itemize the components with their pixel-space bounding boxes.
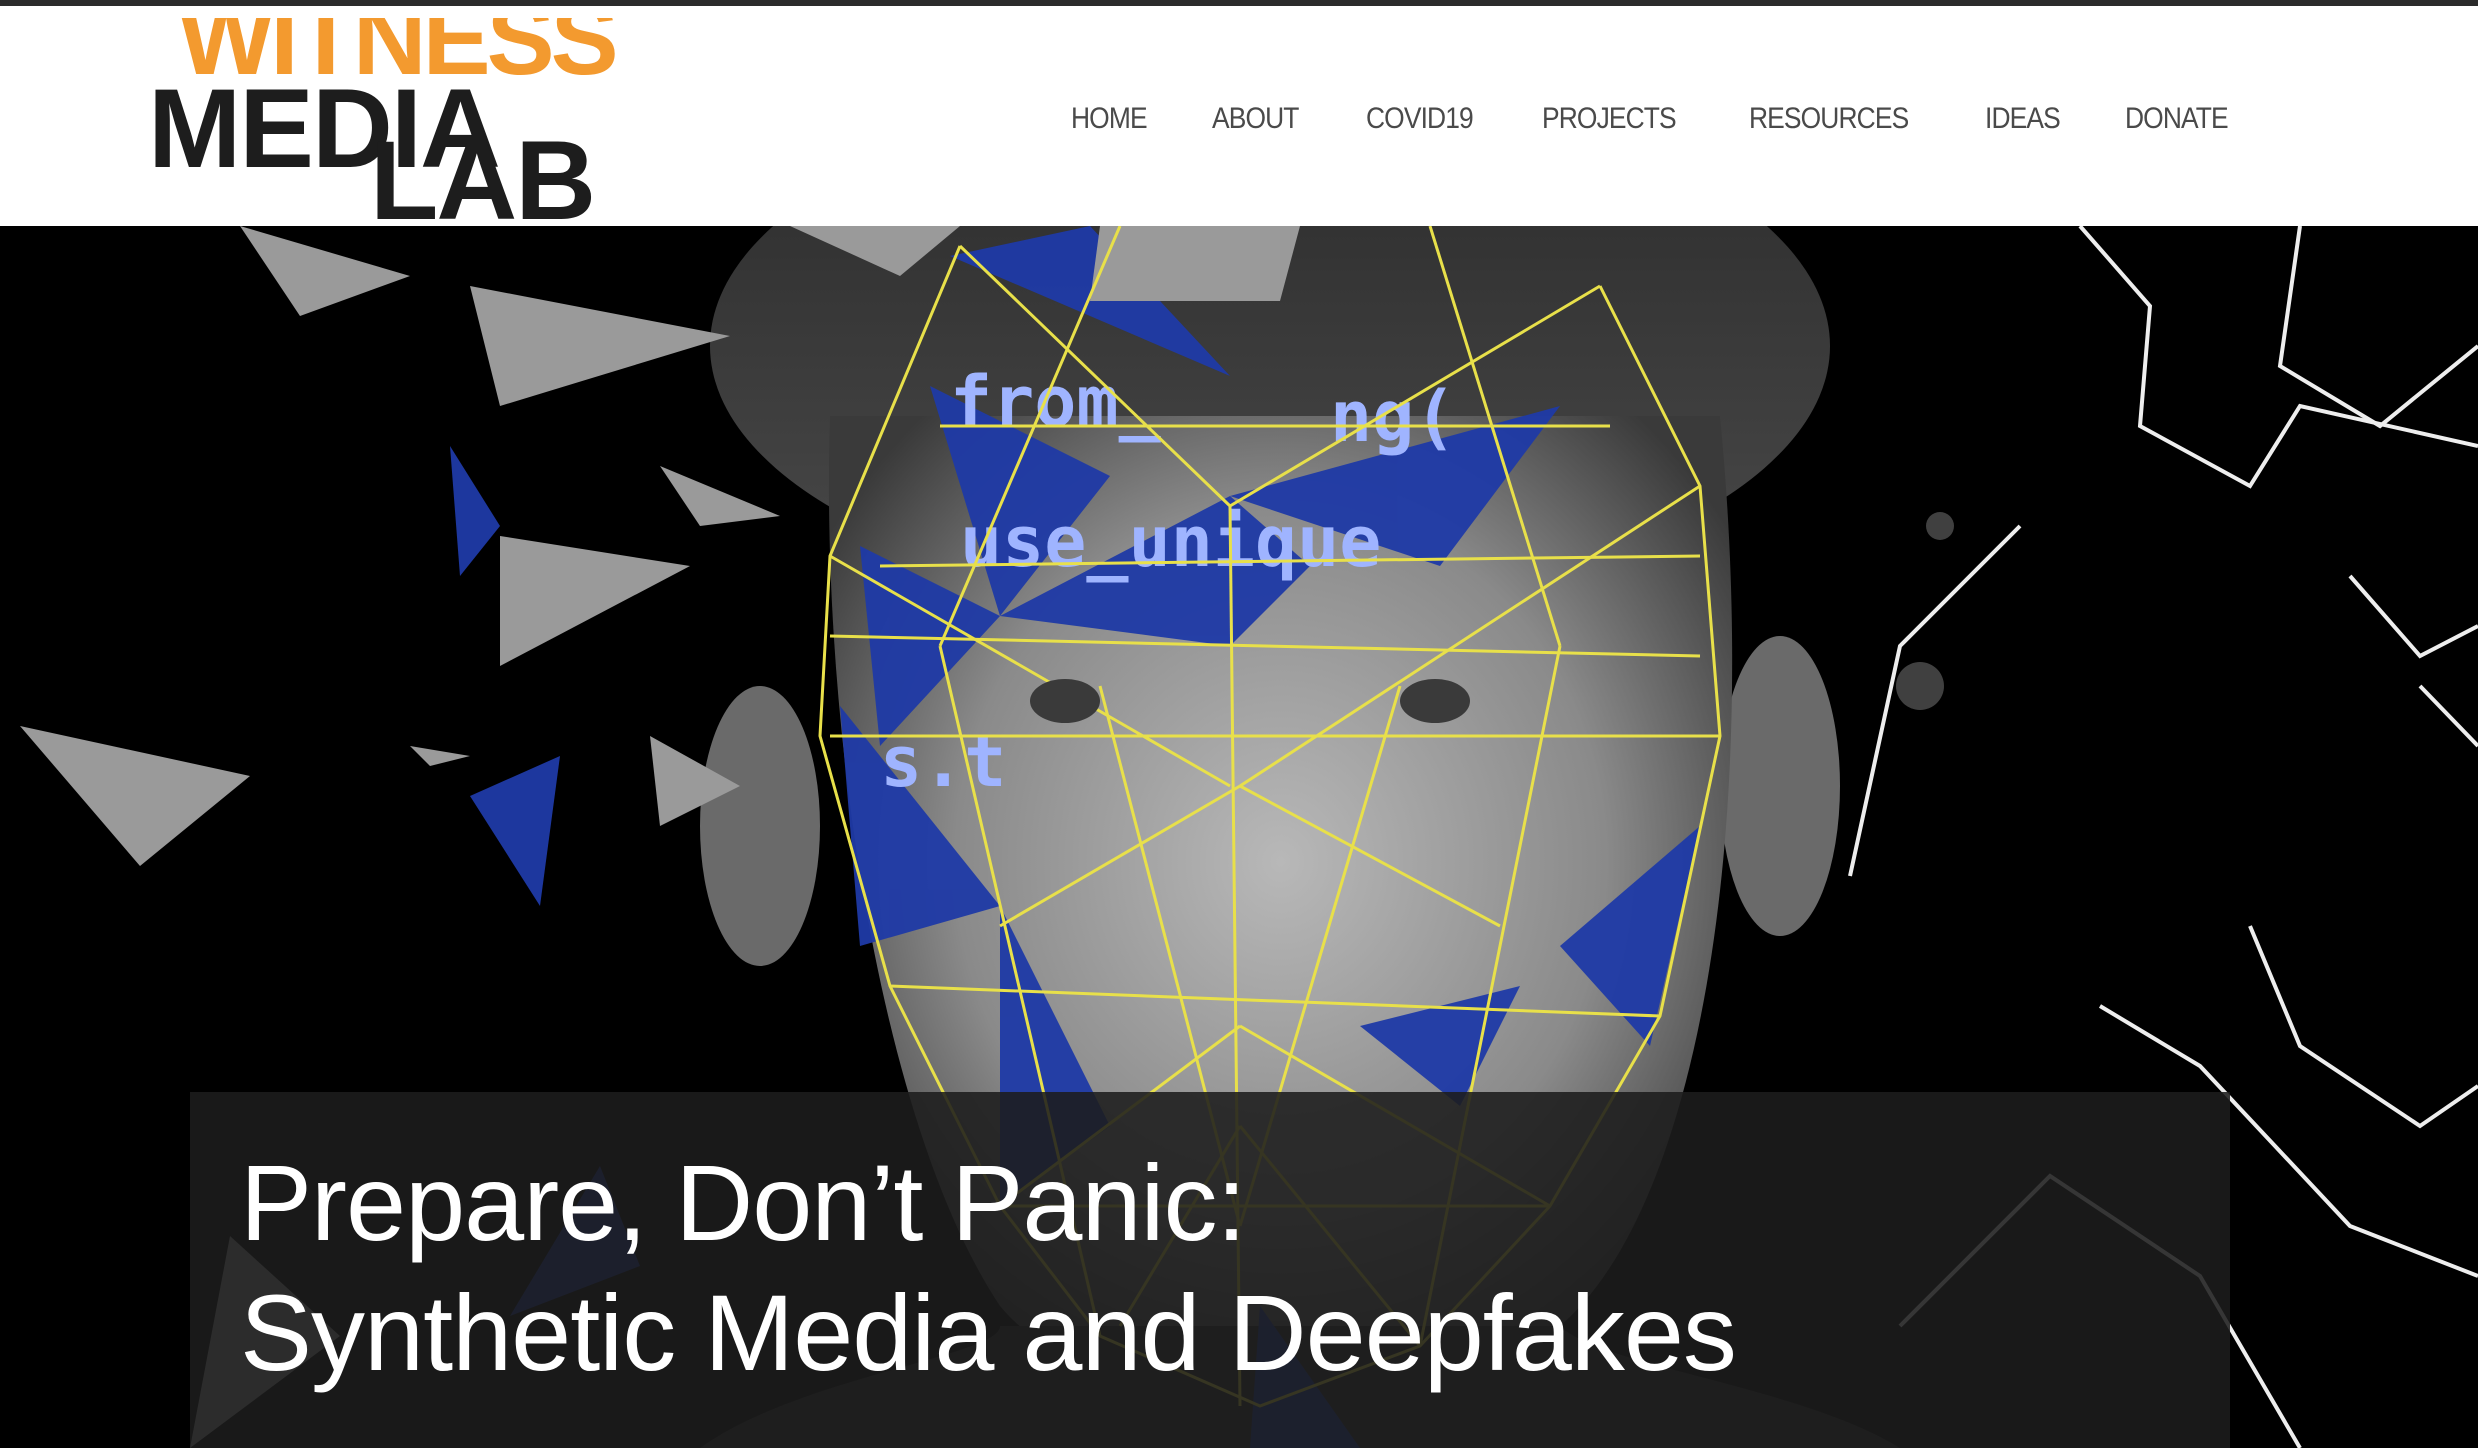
nav-projects[interactable]: PROJECTS <box>1542 102 1677 136</box>
hero-title-line2[interactable]: Synthetic Media and Deepfakes <box>240 1270 1737 1395</box>
nav-about[interactable]: ABOUT <box>1212 102 1299 136</box>
nav-home[interactable]: HOME <box>1071 102 1148 136</box>
nav-resources[interactable]: RESOURCES <box>1749 102 1909 136</box>
nav-donate[interactable]: DONATE <box>2125 102 2229 136</box>
nav-ideas[interactable]: IDEAS <box>1985 102 2061 136</box>
hero-title-line1[interactable]: Prepare, Don’t Panic: <box>240 1140 1247 1265</box>
site-header: WITNESS MEDIA LAB HOME ABOUT COVID19 PRO… <box>0 6 2478 226</box>
left-eye <box>1030 679 1100 723</box>
hero-banner: from_ ng( use_unique s.t Prepare, Don’t … <box>0 226 2478 1448</box>
right-ear <box>1720 636 1840 936</box>
logo-lab-text: LAB <box>370 118 596 225</box>
main-nav: HOME ABOUT COVID19 PROJECTS RESOURCES ID… <box>1016 102 2242 136</box>
witness-media-lab-logo[interactable]: WITNESS MEDIA LAB <box>148 18 738 224</box>
svg-text:use_unique: use_unique <box>960 501 1381 583</box>
svg-text:s.t: s.t <box>880 721 1006 803</box>
svg-text:ng(: ng( <box>1330 376 1456 458</box>
right-eye <box>1400 679 1470 723</box>
nav-covid19[interactable]: COVID19 <box>1366 102 1474 136</box>
left-ear <box>700 686 820 966</box>
hero-caption: Prepare, Don’t Panic: Synthetic Media an… <box>190 1092 2230 1448</box>
